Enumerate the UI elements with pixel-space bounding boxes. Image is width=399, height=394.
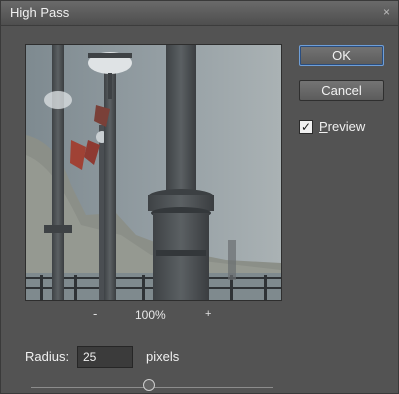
radius-input[interactable] — [77, 346, 133, 368]
zoom-controls: - 100% + — [25, 306, 282, 324]
preview-checkbox-label[interactable]: Preview — [319, 119, 365, 134]
ok-button[interactable]: OK — [299, 45, 384, 66]
radius-slider-thumb[interactable] — [143, 379, 155, 391]
preview-label-rest: review — [327, 119, 366, 134]
filter-preview-image[interactable] — [25, 44, 282, 301]
radius-unit: pixels — [146, 349, 180, 364]
close-icon[interactable]: × — [383, 5, 390, 19]
zoom-out-icon[interactable]: - — [93, 306, 97, 321]
radius-label: Radius: — [25, 349, 70, 364]
cancel-button[interactable]: Cancel — [299, 80, 384, 101]
dialog-title: High Pass — [10, 5, 70, 20]
zoom-level: 100% — [135, 308, 166, 322]
zoom-in-icon[interactable]: + — [205, 308, 211, 320]
title-bar[interactable]: High Pass × — [1, 1, 398, 26]
high-pass-dialog: High Pass × - 100% + OK Cancel ✓ Preview… — [0, 0, 399, 394]
preview-mnemonic: P — [319, 119, 328, 134]
preview-checkbox[interactable]: ✓ — [299, 120, 313, 134]
preview-photo — [26, 45, 281, 300]
